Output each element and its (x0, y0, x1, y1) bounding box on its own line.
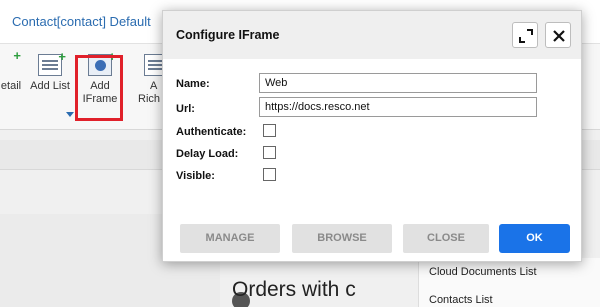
name-field[interactable] (259, 73, 537, 93)
visible-label: Visible: (176, 170, 215, 182)
orders-heading: Orders with c (232, 278, 356, 301)
maximize-icon (519, 29, 533, 43)
configure-iframe-dialog: Configure IFrame Name: Url: Authenticate… (162, 10, 582, 262)
maximize-button[interactable] (512, 22, 538, 48)
highlight-box (75, 55, 123, 121)
delay-load-label: Delay Load: (176, 148, 239, 160)
authenticate-checkbox[interactable] (263, 124, 276, 137)
dropdown-caret-icon[interactable] (66, 112, 74, 117)
manage-button[interactable]: MANAGE (180, 224, 280, 253)
detail-ribbon-button[interactable]: + etail (0, 48, 22, 93)
detail-icon: + (13, 48, 21, 63)
add-rich-text-button[interactable]: A Rich (138, 54, 168, 106)
close-icon (553, 30, 565, 42)
visible-checkbox[interactable] (263, 168, 276, 181)
list-icon: + (38, 49, 66, 76)
name-label: Name: (176, 78, 210, 90)
delay-load-checkbox[interactable] (263, 146, 276, 159)
close-button[interactable]: CLOSE (403, 224, 489, 253)
add-list-button[interactable]: + Add List (28, 49, 72, 93)
component-list: Cloud Documents List Contacts List (418, 258, 600, 307)
window-title[interactable]: Contact[contact] Default (12, 14, 151, 29)
url-field[interactable] (259, 97, 537, 117)
dialog-header: Configure IFrame (163, 11, 581, 59)
dialog-title: Configure IFrame (176, 28, 280, 42)
authenticate-label: Authenticate: (176, 126, 247, 138)
close-dialog-button[interactable] (545, 22, 571, 48)
list-item[interactable]: Cloud Documents List (429, 266, 537, 278)
ok-button[interactable]: OK (499, 224, 570, 253)
browse-button[interactable]: BROWSE (292, 224, 392, 253)
list-item[interactable]: Contacts List (429, 294, 493, 306)
url-label: Url: (176, 103, 195, 115)
